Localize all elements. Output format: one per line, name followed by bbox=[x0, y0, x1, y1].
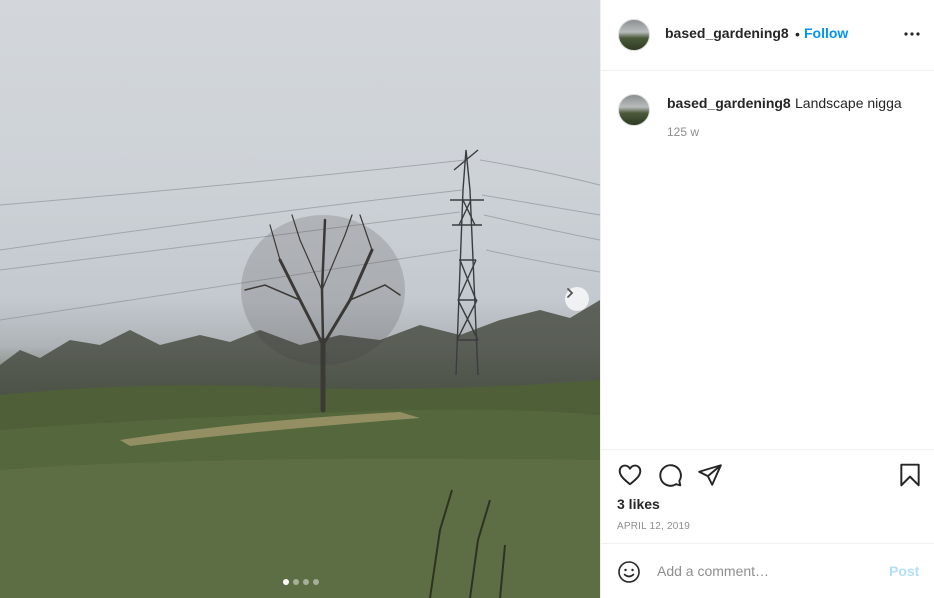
heart-icon bbox=[618, 464, 642, 486]
carousel-dot bbox=[283, 579, 289, 585]
post-header: based_gardening8 • Follow bbox=[601, 0, 934, 71]
comment-form: Post bbox=[601, 543, 934, 598]
paper-plane-icon bbox=[698, 464, 722, 486]
separator-dot: • bbox=[795, 26, 800, 42]
next-slide-button[interactable] bbox=[565, 287, 589, 311]
more-horizontal-icon bbox=[904, 32, 920, 36]
comment-button[interactable] bbox=[657, 462, 683, 488]
post-sidebar: based_gardening8 • Follow based_gardenin… bbox=[600, 0, 934, 598]
bookmark-icon bbox=[900, 463, 920, 487]
save-button[interactable] bbox=[897, 462, 923, 488]
chevron-right-icon bbox=[567, 288, 574, 298]
landscape-illustration bbox=[0, 149, 600, 598]
smiley-icon bbox=[618, 561, 640, 583]
avatar[interactable] bbox=[618, 94, 650, 126]
carousel-indicator bbox=[283, 579, 319, 585]
post-comment-button[interactable]: Post bbox=[889, 563, 919, 579]
caption-username[interactable]: based_gardening8 bbox=[667, 95, 791, 111]
carousel-dot bbox=[303, 579, 309, 585]
carousel-dot bbox=[293, 579, 299, 585]
caption-timestamp[interactable]: 125 w bbox=[667, 125, 699, 139]
caption-text: Landscape nigga bbox=[795, 95, 902, 111]
share-button[interactable] bbox=[697, 462, 723, 488]
post-date[interactable]: APRIL 12, 2019 bbox=[617, 521, 690, 532]
comment-input[interactable] bbox=[657, 560, 877, 582]
more-options-button[interactable] bbox=[903, 24, 921, 44]
emoji-button[interactable] bbox=[617, 560, 641, 584]
like-count[interactable]: 3 likes bbox=[617, 496, 660, 512]
follow-button[interactable]: Follow bbox=[804, 25, 848, 41]
carousel-dot bbox=[313, 579, 319, 585]
comment-bubble-icon bbox=[659, 464, 682, 487]
action-bar: 3 likes APRIL 12, 2019 bbox=[601, 449, 934, 544]
post-photo[interactable] bbox=[0, 0, 600, 598]
like-button[interactable] bbox=[617, 462, 643, 488]
avatar[interactable] bbox=[618, 19, 650, 51]
header-username[interactable]: based_gardening8 bbox=[665, 25, 789, 41]
